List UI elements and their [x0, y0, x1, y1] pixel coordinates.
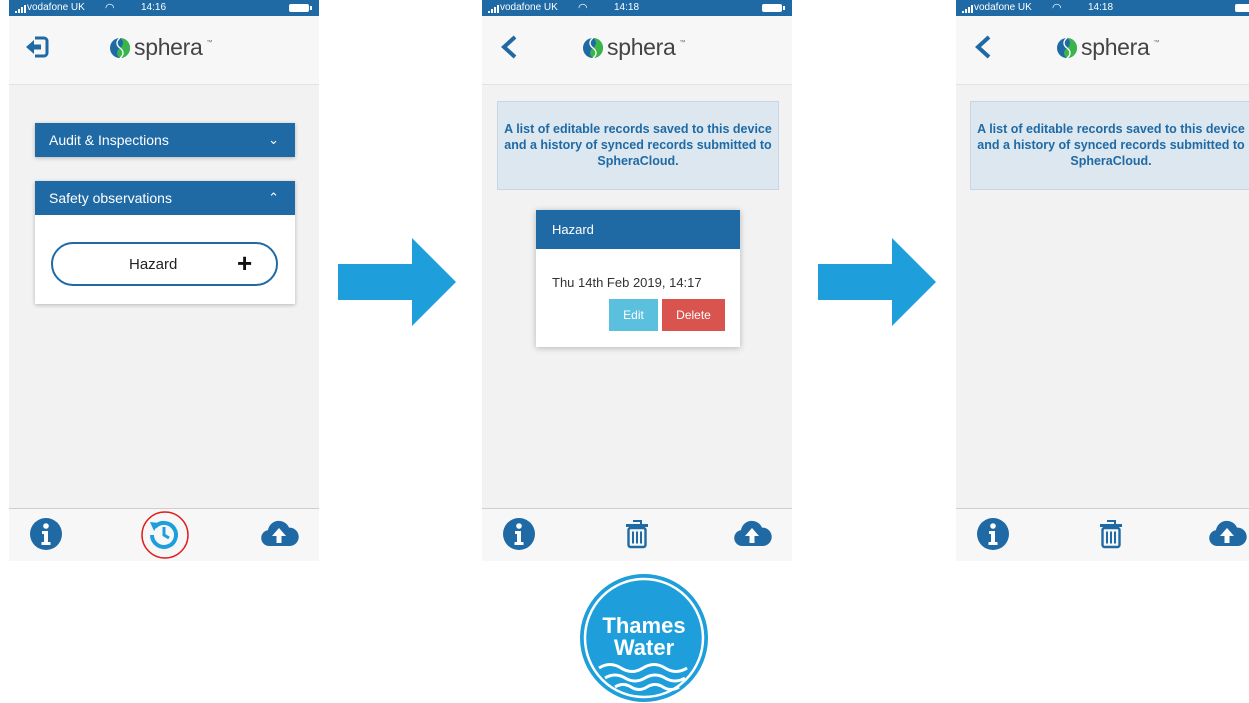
sphera-logo: sphera ™	[582, 34, 686, 61]
battery-icon	[762, 4, 785, 12]
chevron-down-icon: ⌄	[268, 132, 279, 147]
logo-text: sphera	[607, 34, 676, 60]
accordion-title: Safety observations	[49, 190, 172, 206]
cloud-upload-icon[interactable]	[259, 516, 299, 552]
screen-records: vodafone UK ◠ 14:18 sphera ™ A list of ed…	[482, 0, 792, 561]
info-icon[interactable]	[975, 516, 1011, 552]
trash-icon[interactable]	[1093, 516, 1129, 552]
bottom-toolbar	[482, 508, 792, 561]
flow-arrow-icon	[818, 238, 936, 326]
record-title: Hazard	[536, 210, 740, 249]
app-header: sphera ™	[482, 16, 792, 85]
hazard-label: Hazard	[129, 256, 178, 273]
accordion-header[interactable]: Safety observations ⌃	[35, 181, 295, 215]
carrier-label: vodafone UK	[27, 2, 85, 13]
sphera-logo-icon	[109, 37, 131, 59]
logo-text: sphera	[1081, 34, 1150, 60]
highlight-circle	[141, 511, 189, 559]
record-date: Thu 14th Feb 2019, 14:17	[552, 275, 702, 290]
sphera-logo-icon	[582, 37, 604, 59]
record-card[interactable]: Hazard Thu 14th Feb 2019, 14:17 Edit Del…	[536, 210, 740, 347]
status-bar: vodafone UK ◠ 14:16	[9, 0, 319, 16]
edit-button[interactable]: Edit	[609, 299, 658, 331]
accordion-title: Audit & Inspections	[49, 132, 169, 148]
sphera-logo-icon	[1056, 37, 1078, 59]
signal-icon	[15, 5, 26, 13]
battery-icon	[1235, 4, 1249, 12]
app-header: sphera ™	[956, 16, 1249, 85]
status-bar: vodafone UK ◠ 14:18	[482, 0, 792, 16]
thames-water-logo: Thames Water	[580, 574, 708, 702]
chevron-up-icon: ⌃	[268, 190, 279, 205]
add-hazard-button[interactable]: Hazard +	[51, 242, 278, 286]
screen-records-empty: vodafone UK ◠ 14:18 sphera ™ A list of ed…	[956, 0, 1249, 561]
logo-text: sphera	[134, 34, 203, 60]
accordion-safety-observations[interactable]: Safety observations ⌃ Hazard +	[35, 181, 295, 304]
signal-icon	[488, 5, 499, 13]
info-banner: A list of editable records saved to this…	[970, 101, 1249, 190]
info-icon[interactable]	[501, 516, 537, 552]
status-time: 14:16	[141, 2, 167, 13]
signal-icon	[962, 5, 973, 13]
status-time: 14:18	[614, 2, 640, 13]
info-banner: A list of editable records saved to this…	[497, 101, 779, 190]
delete-button[interactable]: Delete	[662, 299, 725, 331]
wifi-icon: ◠	[105, 2, 115, 14]
sphera-logo: sphera ™	[109, 34, 213, 61]
cloud-upload-icon[interactable]	[1207, 516, 1247, 552]
wifi-icon: ◠	[578, 2, 588, 14]
trash-icon[interactable]	[619, 516, 655, 552]
sphera-logo: sphera ™	[1056, 34, 1160, 61]
accordion-header[interactable]: Audit & Inspections ⌄	[35, 123, 295, 157]
plus-icon: +	[237, 248, 253, 278]
screen-home: vodafone UK ◠ 14:16 sphera ™ Audit & Insp…	[9, 0, 319, 561]
status-time: 14:18	[1088, 2, 1114, 13]
accordion-audit-inspections[interactable]: Audit & Inspections ⌄	[35, 123, 295, 157]
carrier-label: vodafone UK	[500, 2, 558, 13]
back-chevron-icon[interactable]	[496, 33, 524, 61]
wifi-icon: ◠	[1052, 2, 1062, 14]
cloud-upload-icon[interactable]	[732, 516, 772, 552]
status-bar: vodafone UK ◠ 14:18	[956, 0, 1249, 16]
carrier-label: vodafone UK	[974, 2, 1032, 13]
bottom-toolbar	[956, 508, 1249, 561]
app-header: sphera ™	[9, 16, 319, 85]
battery-icon	[289, 4, 312, 12]
back-chevron-icon[interactable]	[970, 33, 998, 61]
bottom-toolbar	[9, 508, 319, 561]
logout-icon[interactable]	[23, 33, 51, 61]
flow-arrow-icon	[338, 238, 456, 326]
thames-logo-line2: Water	[614, 635, 675, 660]
info-icon[interactable]	[28, 516, 64, 552]
